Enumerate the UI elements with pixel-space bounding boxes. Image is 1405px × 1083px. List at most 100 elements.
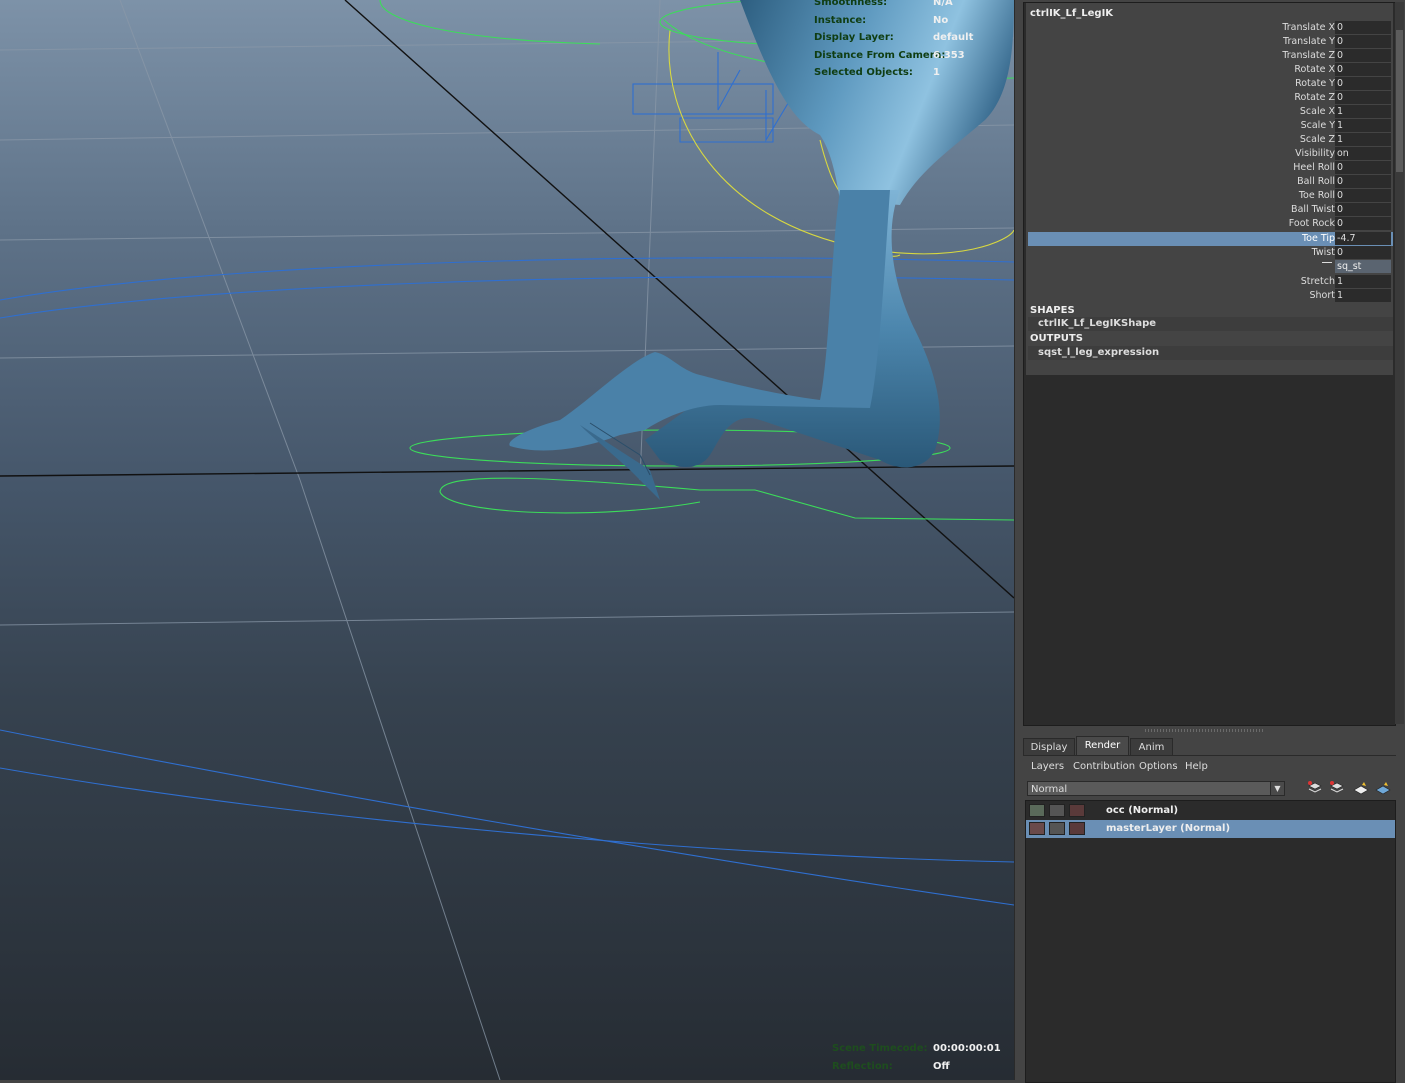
attr-label[interactable]: Translate Y xyxy=(1283,36,1335,47)
attr-label[interactable]: Twist xyxy=(1312,247,1335,258)
recycle-toggle-icon[interactable] xyxy=(1049,822,1065,835)
channel-box[interactable]: ctrlIK_Lf_LegIK Translate X0 Translate Y… xyxy=(1023,2,1396,726)
attr-row-heel-roll[interactable]: Heel Roll 0 xyxy=(1028,161,1393,175)
attr-row-scale-y[interactable]: Scale Y1 xyxy=(1028,119,1393,133)
shape-node-name[interactable]: ctrlIK_Lf_LegIKShape xyxy=(1038,318,1156,329)
channel-box-scrollbar[interactable] xyxy=(1395,2,1404,724)
renderable-toggle-icon[interactable] xyxy=(1029,822,1045,835)
attr-label[interactable]: Ball Twist xyxy=(1291,204,1335,215)
attr-label[interactable]: Translate X xyxy=(1282,22,1335,33)
attr-label[interactable]: Translate Z xyxy=(1282,50,1335,61)
attr-label[interactable]: Rotate Z xyxy=(1294,92,1335,103)
attr-value-field[interactable]: 0 xyxy=(1335,35,1391,48)
attr-label[interactable]: Toe Roll xyxy=(1299,190,1335,201)
render-layer-list[interactable]: occ (Normal) masterLayer (Normal) xyxy=(1025,800,1396,1083)
attr-row-toe-roll[interactable]: Toe Roll 0 xyxy=(1028,189,1393,203)
attr-value-field[interactable]: 0 xyxy=(1335,175,1391,188)
tab-anim[interactable]: Anim xyxy=(1130,738,1173,756)
attr-row-ball-twist[interactable]: Ball Twist 0 xyxy=(1028,203,1393,217)
attr-row-toe-tip[interactable]: Toe Tip -4.7 xyxy=(1028,232,1393,246)
attr-value-field[interactable]: sq_st xyxy=(1335,260,1391,273)
output-node-row[interactable]: sqst_l_leg_expression xyxy=(1028,346,1393,360)
attr-label[interactable]: Rotate X xyxy=(1294,64,1335,75)
attr-label[interactable]: Visibility xyxy=(1295,148,1335,159)
recycle-toggle-icon[interactable] xyxy=(1049,804,1065,817)
attr-label[interactable]: Foot Rock xyxy=(1289,218,1335,229)
layer-name[interactable]: masterLayer (Normal) xyxy=(1106,823,1230,834)
attr-value-field[interactable]: 0 xyxy=(1335,161,1391,174)
scrollbar-thumb[interactable] xyxy=(1396,30,1403,172)
layer-row-occ[interactable]: occ (Normal) xyxy=(1026,802,1395,820)
attr-value-field[interactable]: 0 xyxy=(1335,246,1391,259)
hud-row: Instance: No xyxy=(814,15,1014,33)
attr-value-field[interactable]: 0 xyxy=(1335,189,1391,202)
tab-display[interactable]: Display xyxy=(1023,738,1075,756)
viewport-3d[interactable]: Smoothness: N/A Instance: No Display Layer… xyxy=(0,0,1014,1080)
attr-label[interactable]: Scale Y xyxy=(1301,120,1335,131)
attr-row-rotate-z[interactable]: Rotate Z0 xyxy=(1028,91,1393,105)
attr-label[interactable]: Scale X xyxy=(1300,106,1335,117)
menu-help[interactable]: Help xyxy=(1185,761,1208,772)
attr-row-foot-rock[interactable]: Foot Rock 0 xyxy=(1028,217,1393,231)
attr-row-short[interactable]: Short 1 xyxy=(1028,289,1393,303)
renderable-toggle-icon[interactable] xyxy=(1029,804,1045,817)
attr-value-field[interactable]: 1 xyxy=(1335,133,1391,146)
layer-name[interactable]: occ (Normal) xyxy=(1106,805,1178,816)
attr-value-field[interactable]: 0 xyxy=(1335,63,1391,76)
attr-row-stretch[interactable]: Stretch 1 xyxy=(1028,275,1393,289)
create-layer-icon[interactable] xyxy=(1352,780,1370,796)
tab-render[interactable]: Render xyxy=(1076,736,1129,756)
attr-row-scale-z[interactable]: Scale Z1 xyxy=(1028,133,1393,147)
panel-splitter-handle[interactable] xyxy=(1145,729,1265,732)
attr-value-field[interactable]: 0 xyxy=(1335,49,1391,62)
attr-value-field[interactable]: 0 xyxy=(1335,21,1391,34)
menu-options[interactable]: Options xyxy=(1139,761,1178,772)
attr-row-rotate-x[interactable]: Rotate X0 xyxy=(1028,63,1393,77)
output-node-name[interactable]: sqst_l_leg_expression xyxy=(1038,347,1159,358)
attr-value-field[interactable]: 1 xyxy=(1335,275,1391,288)
render-settings-icon[interactable] xyxy=(1069,804,1085,817)
attr-value-field[interactable]: 1 xyxy=(1335,289,1391,302)
attr-label[interactable]: Ball Roll xyxy=(1297,176,1335,187)
menu-layers[interactable]: Layers xyxy=(1031,761,1064,772)
attr-row-translate-z[interactable]: Translate Z0 xyxy=(1028,49,1393,63)
layer-row-masterlayer[interactable]: masterLayer (Normal) xyxy=(1026,820,1395,838)
attr-row-visibility[interactable]: Visibility on xyxy=(1028,147,1393,161)
attr-row-scale-x[interactable]: Scale X1 xyxy=(1028,105,1393,119)
new-empty-layer-icon[interactable] xyxy=(1306,780,1324,796)
blend-mode-value: Normal xyxy=(1031,784,1068,795)
attr-value-field[interactable]: 0 xyxy=(1335,203,1391,216)
attr-label[interactable]: Toe Tip xyxy=(1302,233,1335,244)
attr-value-field[interactable]: -4.7 xyxy=(1335,232,1391,245)
render-settings-icon[interactable] xyxy=(1069,822,1085,835)
attr-label[interactable]: Stretch xyxy=(1301,276,1335,287)
hud-row: Scene Timecode: 00:00:00:01 xyxy=(832,1043,1012,1061)
attr-value-field[interactable]: 0 xyxy=(1335,91,1391,104)
attr-value-field[interactable]: 1 xyxy=(1335,119,1391,132)
attr-row-separator[interactable]: sq_st xyxy=(1028,260,1393,274)
shape-node-row[interactable]: ctrlIK_Lf_LegIKShape xyxy=(1028,317,1393,331)
attr-row-rotate-y[interactable]: Rotate Y0 xyxy=(1028,77,1393,91)
attr-label[interactable]: Rotate Y xyxy=(1295,78,1335,89)
layer-options-icon[interactable] xyxy=(1374,780,1392,796)
attr-value-field[interactable]: 1 xyxy=(1335,105,1391,118)
attr-row-translate-y[interactable]: Translate Y0 xyxy=(1028,35,1393,49)
attr-row-ball-roll[interactable]: Ball Roll 0 xyxy=(1028,175,1393,189)
attr-value-field[interactable]: on xyxy=(1335,147,1391,160)
attr-value-field[interactable]: 0 xyxy=(1335,217,1391,230)
blend-mode-dropdown[interactable]: Normal ▼ xyxy=(1027,781,1285,796)
hud-label: Reflection: xyxy=(832,1060,893,1072)
hud-label: Distance From Camera: xyxy=(814,49,946,61)
layer-editor: Layers Contribution Options Help Normal … xyxy=(1023,755,1396,1083)
node-name[interactable]: ctrlIK_Lf_LegIK xyxy=(1030,8,1113,19)
attr-label[interactable]: Short xyxy=(1310,290,1336,301)
attr-row-translate-x[interactable]: Translate X0 xyxy=(1028,21,1393,35)
chevron-down-icon[interactable]: ▼ xyxy=(1270,782,1284,795)
attr-label[interactable]: Scale Z xyxy=(1300,134,1335,145)
new-layer-from-selection-icon[interactable] xyxy=(1328,780,1346,796)
menu-contribution[interactable]: Contribution xyxy=(1073,761,1135,772)
attr-row-twist[interactable]: Twist 0 xyxy=(1028,246,1393,260)
attr-label[interactable]: Heel Roll xyxy=(1293,162,1335,173)
scene-canvas[interactable] xyxy=(0,0,1014,1080)
attr-value-field[interactable]: 0 xyxy=(1335,77,1391,90)
